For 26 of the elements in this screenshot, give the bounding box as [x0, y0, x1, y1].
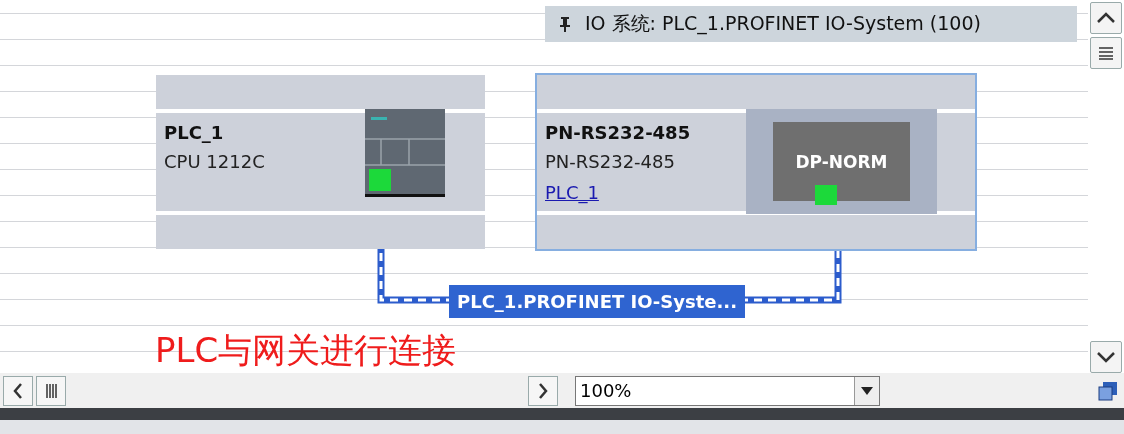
overview-icon[interactable]	[1098, 380, 1118, 401]
chevron-up-icon	[1096, 12, 1116, 24]
controller-link[interactable]: PLC_1	[545, 177, 599, 209]
device-name: PN-RS232-485	[545, 121, 691, 145]
pin-icon[interactable]	[559, 16, 571, 32]
network-label[interactable]: PLC_1.PROFINET IO-Syste...	[449, 285, 746, 318]
chevron-left-icon	[13, 381, 23, 400]
device-box[interactable]: PN-RS232-485 PN-RS232-485 PLC_1 DP-NORM	[535, 73, 977, 251]
scroll-thumb[interactable]	[1090, 37, 1122, 69]
device-box[interactable]: PLC_1 CPU 1212C	[154, 73, 487, 251]
scroll-thumb[interactable]	[36, 375, 66, 406]
scroll-left-button[interactable]	[3, 375, 33, 406]
device-name: PLC_1	[164, 121, 224, 145]
device-type: PN-RS232-485	[545, 150, 675, 174]
annotation-text: PLC与网关进行连接	[155, 330, 457, 370]
scroll-right-button[interactable]	[528, 375, 558, 406]
zoom-dropdown[interactable]: 100%	[575, 375, 880, 406]
scroll-down-button[interactable]	[1090, 341, 1122, 373]
module-label: DP-NORM	[795, 151, 888, 172]
scroll-up-button[interactable]	[1090, 2, 1122, 34]
dropdown-arrow-icon	[861, 386, 873, 395]
chevron-right-icon	[538, 381, 548, 400]
port-icon	[815, 185, 837, 205]
system-title: IO 系统: PLC_1.PROFINET IO-System (100)	[585, 11, 981, 37]
device-type: CPU 1212C	[164, 150, 265, 174]
chevron-down-icon	[1096, 351, 1116, 363]
